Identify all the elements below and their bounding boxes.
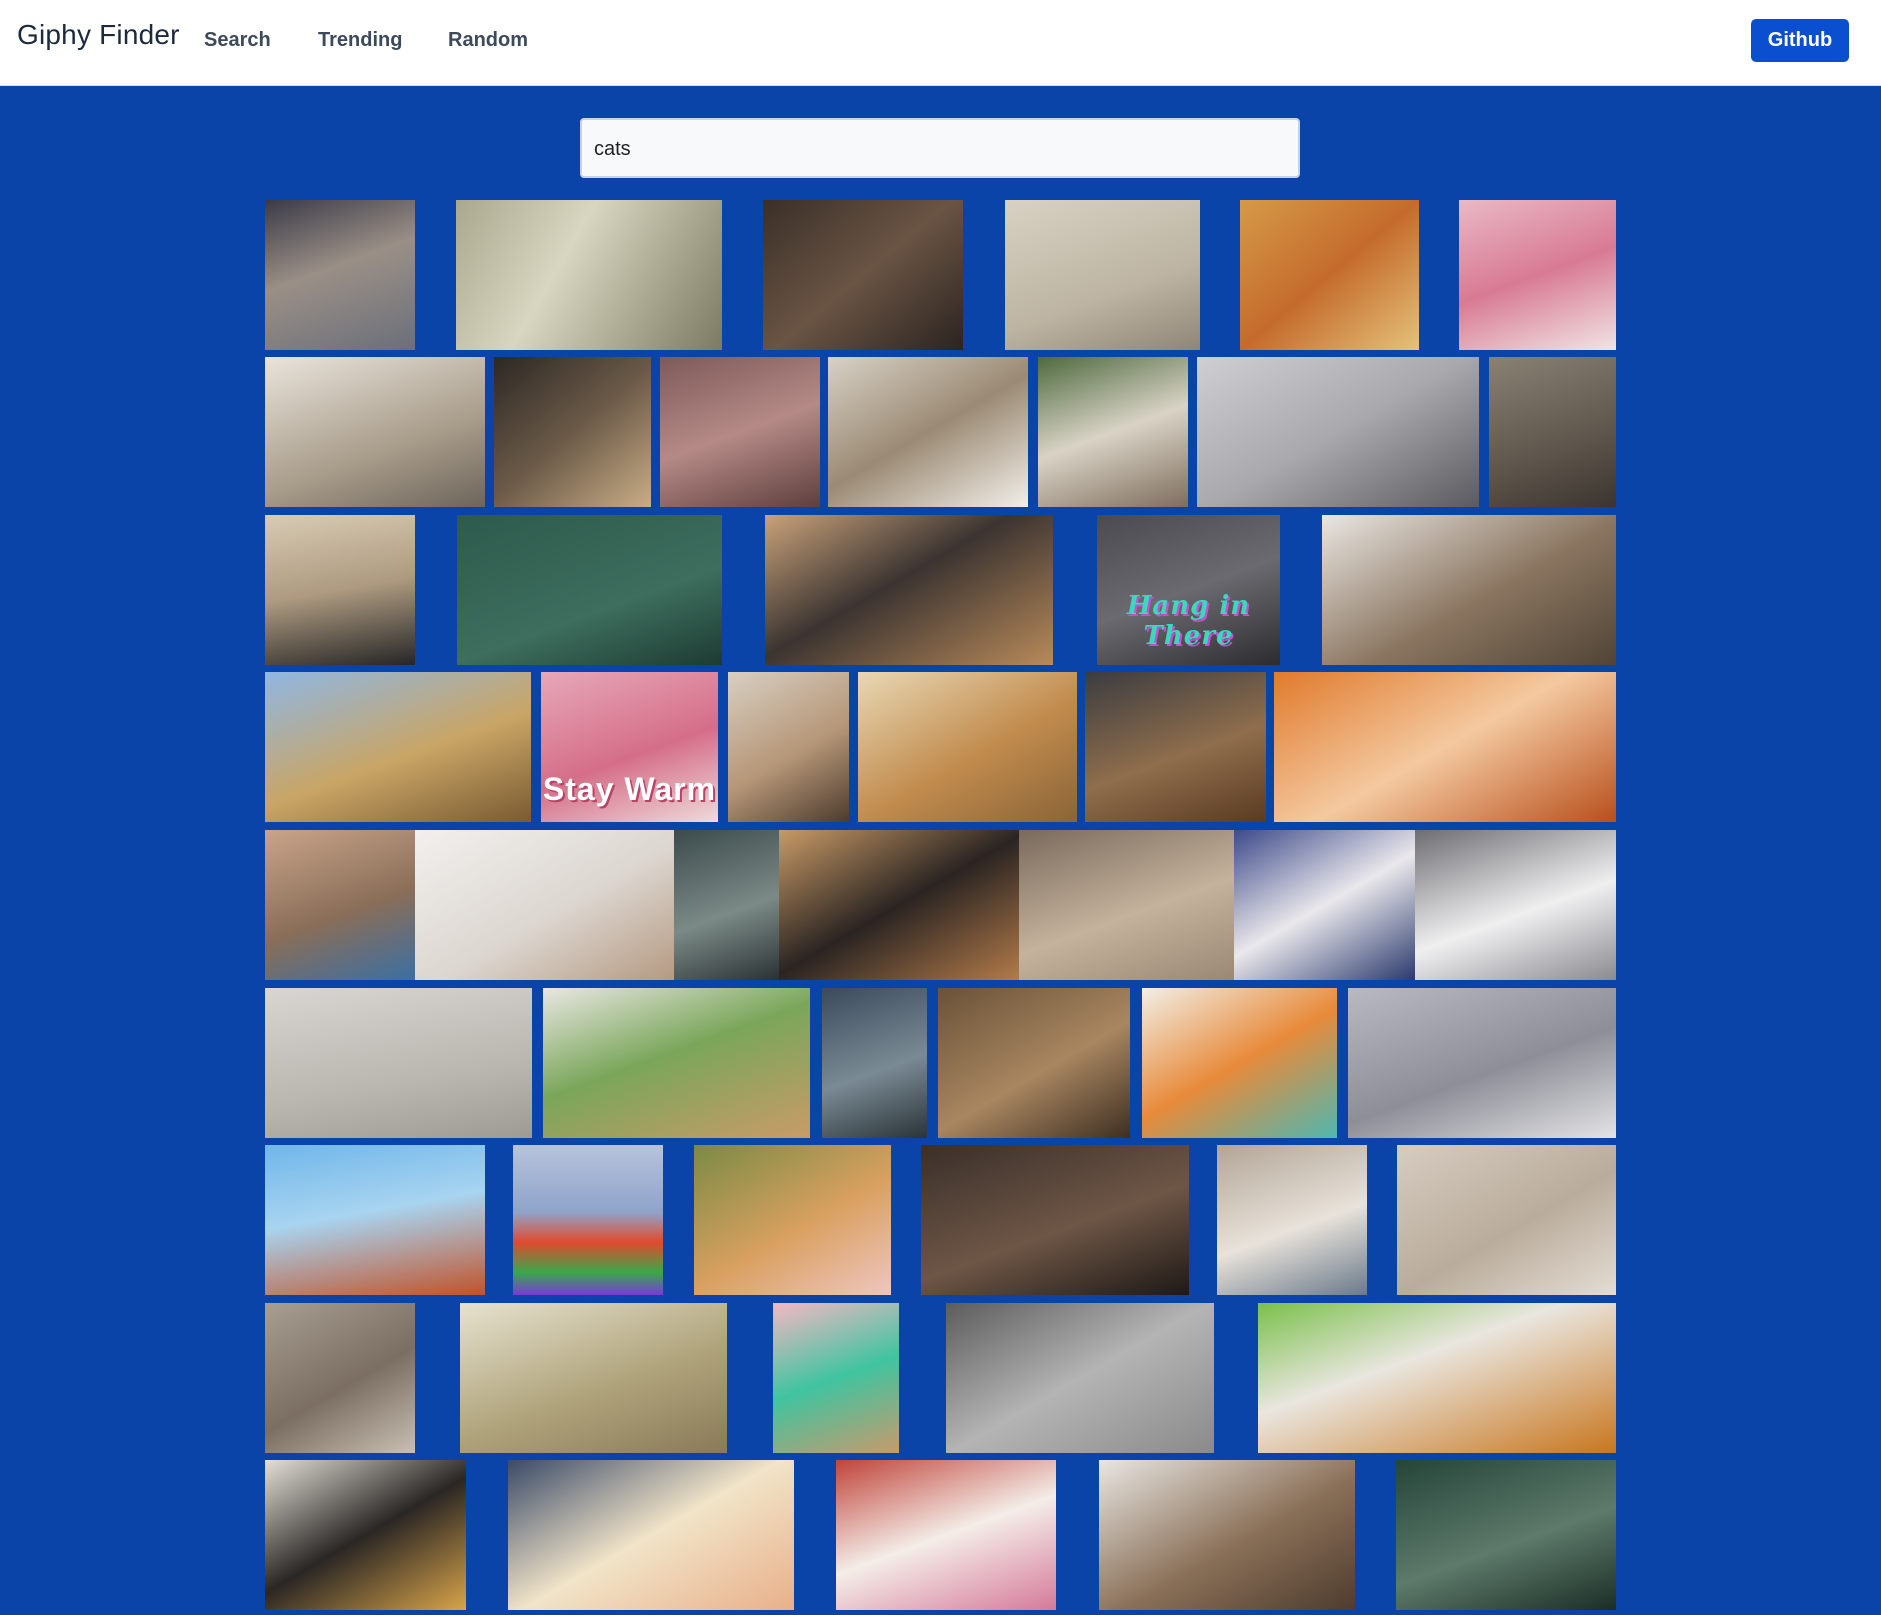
gif-thumbnail[interactable]: Stay Warm <box>541 672 718 822</box>
github-button[interactable]: Github <box>1751 19 1849 62</box>
gif-caption: Hang in There <box>1126 591 1251 651</box>
gif-thumbnail[interactable] <box>1038 357 1188 507</box>
search-box <box>580 118 1300 178</box>
gif-thumbnail[interactable] <box>938 988 1130 1138</box>
gif-thumbnail[interactable] <box>543 988 810 1138</box>
gif-thumbnail[interactable] <box>1197 357 1479 507</box>
nav-trending[interactable]: Trending <box>318 29 402 52</box>
gif-thumbnail[interactable] <box>1085 672 1266 822</box>
gif-thumbnail[interactable] <box>1217 1145 1367 1295</box>
gif-thumbnail[interactable] <box>1019 830 1234 980</box>
gif-thumbnail[interactable] <box>1142 988 1337 1138</box>
gif-thumbnail[interactable] <box>822 988 927 1138</box>
gif-thumbnail[interactable] <box>1415 830 1616 980</box>
gif-thumbnail[interactable] <box>456 200 722 350</box>
nav-random[interactable]: Random <box>448 29 528 52</box>
gif-thumbnail[interactable] <box>858 672 1077 822</box>
gif-thumbnail[interactable] <box>1234 830 1415 980</box>
gif-thumbnail[interactable] <box>946 1303 1214 1453</box>
gif-thumbnail[interactable] <box>763 200 963 350</box>
gif-thumbnail[interactable] <box>513 1145 663 1295</box>
gif-grid: Hang in There Stay Warm <box>265 200 1616 1615</box>
gif-thumbnail[interactable] <box>1099 1460 1355 1610</box>
gif-thumbnail[interactable] <box>694 1145 891 1295</box>
gif-thumbnail[interactable] <box>773 1303 899 1453</box>
gif-thumbnail[interactable] <box>265 1303 415 1453</box>
gif-thumbnail[interactable] <box>265 1145 485 1295</box>
gif-thumbnail[interactable] <box>1489 357 1616 507</box>
gif-thumbnail[interactable] <box>265 1460 466 1610</box>
gif-caption: Stay Warm <box>542 771 717 807</box>
gif-thumbnail[interactable] <box>765 515 1053 665</box>
gif-thumbnail[interactable] <box>265 357 485 507</box>
gif-thumbnail[interactable] <box>1397 1145 1616 1295</box>
gif-thumbnail[interactable] <box>265 830 415 980</box>
search-input[interactable] <box>592 120 1286 178</box>
gif-thumbnail[interactable] <box>508 1460 794 1610</box>
gif-thumbnail[interactable] <box>457 515 722 665</box>
gif-thumbnail[interactable] <box>1322 515 1616 665</box>
top-navbar: Giphy Finder Search Trending Random Gith… <box>0 0 1881 86</box>
gif-thumbnail[interactable] <box>265 672 531 822</box>
gif-thumbnail[interactable] <box>415 830 674 980</box>
nav-search[interactable]: Search <box>204 29 271 52</box>
gif-thumbnail[interactable]: Hang in There <box>1097 515 1280 665</box>
gif-thumbnail[interactable] <box>728 672 849 822</box>
gif-thumbnail[interactable] <box>1240 200 1419 350</box>
gif-thumbnail[interactable] <box>265 515 415 665</box>
gif-thumbnail[interactable] <box>836 1460 1056 1610</box>
gif-thumbnail[interactable] <box>460 1303 727 1453</box>
brand-title[interactable]: Giphy Finder <box>17 19 180 51</box>
gif-thumbnail[interactable] <box>1258 1303 1616 1453</box>
gif-thumbnail[interactable] <box>674 830 779 980</box>
gif-thumbnail[interactable] <box>494 357 651 507</box>
gif-thumbnail[interactable] <box>660 357 820 507</box>
gif-thumbnail[interactable] <box>265 988 532 1138</box>
gif-thumbnail[interactable] <box>779 830 1020 980</box>
gif-thumbnail[interactable] <box>1005 200 1200 350</box>
gif-thumbnail[interactable] <box>1396 1460 1616 1610</box>
gif-thumbnail[interactable] <box>265 200 415 350</box>
gif-thumbnail[interactable] <box>921 1145 1189 1295</box>
gif-thumbnail[interactable] <box>1459 200 1616 350</box>
gif-thumbnail[interactable] <box>1274 672 1616 822</box>
gif-thumbnail[interactable] <box>1348 988 1616 1138</box>
gif-thumbnail[interactable] <box>828 357 1028 507</box>
